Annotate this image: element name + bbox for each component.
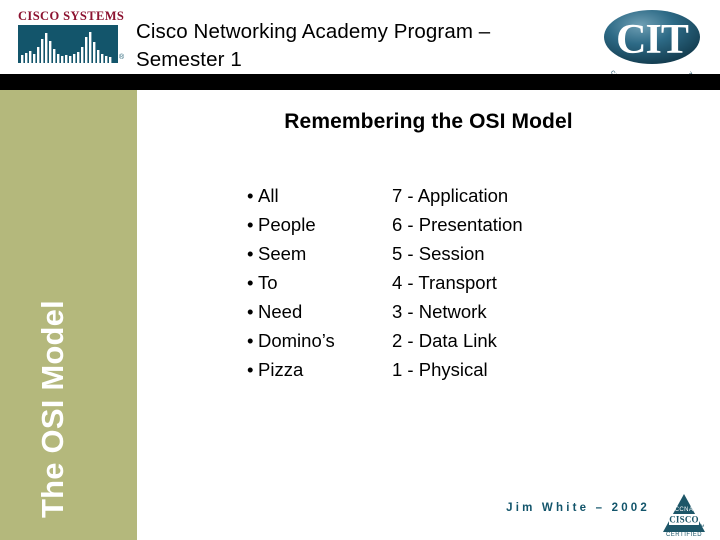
mnemonic-text: Pizza: [258, 359, 304, 380]
bullet-icon: •: [247, 330, 254, 351]
cisco-wordmark-text: CISCO SYSTEMS: [18, 9, 125, 23]
bullet-icon: •: [247, 214, 254, 235]
table-row: • Domino’s 2 - Data Link: [247, 328, 592, 357]
bullet-icon: •: [247, 243, 254, 264]
cisco-bridge-bars-icon: [21, 32, 112, 63]
layer-cell: 1 - Physical: [392, 359, 488, 380]
mnemonic-text: Need: [258, 301, 303, 322]
osi-mnemonic-table-body: • All 7 - Application • People 6 - Present…: [247, 183, 592, 386]
cisco-certified-badge: CCNA CISCO TM CERTIFIED: [663, 494, 705, 538]
mnemonic-cell: • People: [247, 212, 392, 241]
badge-top-text: CCNA: [675, 507, 694, 513]
mnemonic-text: All: [258, 185, 279, 206]
page-title: Cisco Networking Academy Program – Semes…: [136, 20, 491, 71]
cit-logo: CIT City Institute of Technology: [604, 10, 700, 78]
cit-letters: CIT: [616, 17, 689, 63]
bullet-icon: •: [247, 301, 254, 322]
table-row: • To 4 - Transport: [247, 270, 592, 299]
mnemonic-text: Domino’s: [258, 330, 335, 351]
layer-cell: 7 - Application: [392, 185, 509, 206]
mnemonic-cell: • Pizza: [247, 357, 392, 386]
sidebar-label-wrapper: The OSI Model: [0, 90, 137, 540]
mnemonic-cell: • Seem: [247, 241, 392, 270]
table-row: • Pizza 1 - Physical: [247, 357, 592, 386]
badge-middle-text: CISCO: [669, 515, 699, 525]
layer-cell: 2 - Data Link: [392, 330, 497, 351]
mnemonic-text: To: [258, 272, 278, 293]
layer-cell: 4 - Transport: [392, 272, 497, 293]
mnemonic-text: Seem: [258, 243, 307, 264]
layer-cell: 3 - Network: [392, 301, 487, 322]
table-row: • Need 3 - Network: [247, 299, 592, 328]
badge-bottom-text: CERTIFIED: [666, 532, 702, 538]
mnemonic-text: People: [258, 214, 316, 235]
bullet-icon: •: [247, 272, 254, 293]
registered-trademark-icon: ®: [119, 54, 125, 61]
layer-cell: 5 - Session: [392, 243, 485, 264]
sidebar-panel: The OSI Model: [0, 90, 137, 540]
slide-canvas: CISCO SYSTEMS ® Cisco Networking Academy…: [0, 0, 720, 540]
mnemonic-cell: • To: [247, 270, 392, 299]
badge-trademark: TM: [699, 523, 705, 528]
sidebar-item-the-osi-model: The OSI Model: [35, 300, 70, 518]
table-row: • All 7 - Application: [247, 183, 592, 212]
author-credit: Jim White – 2002: [506, 502, 650, 514]
bullet-icon: •: [247, 359, 254, 380]
cisco-systems-logo: CISCO SYSTEMS ®: [18, 10, 124, 72]
mnemonic-cell: • All: [247, 183, 392, 212]
header-divider-bar: [0, 74, 720, 90]
osi-mnemonic-table: • All 7 - Application • People 6 - Present…: [247, 183, 592, 386]
bullet-icon: •: [247, 185, 254, 206]
content-heading: Remembering the OSI Model: [284, 110, 573, 133]
mnemonic-cell: • Domino’s: [247, 328, 392, 357]
layer-cell: 6 - Presentation: [392, 214, 523, 235]
slide-header: CISCO SYSTEMS ® Cisco Networking Academy…: [0, 0, 720, 78]
table-row: • Seem 5 - Session: [247, 241, 592, 270]
table-row: • People 6 - Presentation: [247, 212, 592, 241]
mnemonic-cell: • Need: [247, 299, 392, 328]
